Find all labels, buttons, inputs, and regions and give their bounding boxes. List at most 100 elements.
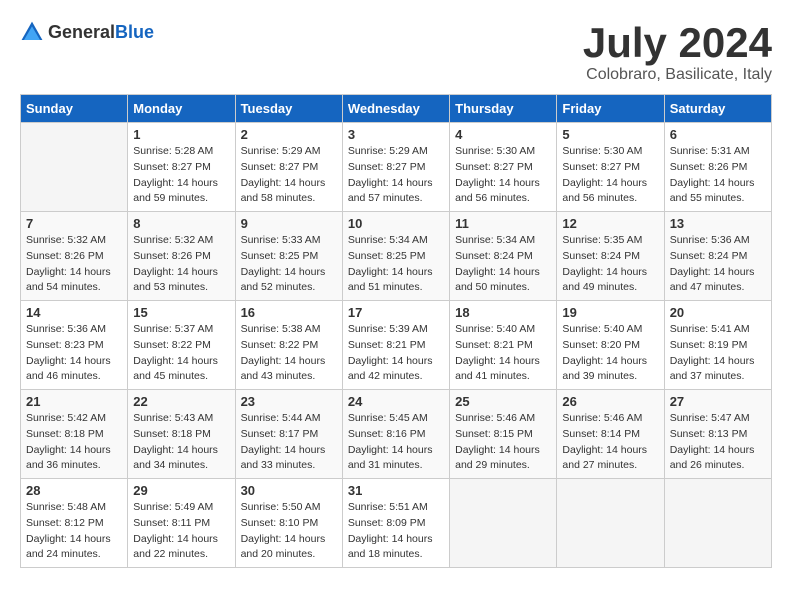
day-number: 28 <box>26 483 122 498</box>
day-number: 27 <box>670 394 766 409</box>
day-cell: 16 Sunrise: 5:38 AM Sunset: 8:22 PM Dayli… <box>235 301 342 390</box>
day-info: Sunrise: 5:33 AM Sunset: 8:25 PM Dayligh… <box>241 233 337 296</box>
day-info: Sunrise: 5:38 AM Sunset: 8:22 PM Dayligh… <box>241 322 337 385</box>
day-info: Sunrise: 5:29 AM Sunset: 8:27 PM Dayligh… <box>348 144 444 207</box>
day-info: Sunrise: 5:30 AM Sunset: 8:27 PM Dayligh… <box>455 144 551 207</box>
day-number: 4 <box>455 127 551 142</box>
day-info: Sunrise: 5:41 AM Sunset: 8:19 PM Dayligh… <box>670 322 766 385</box>
calendar-body: 1 Sunrise: 5:28 AM Sunset: 8:27 PM Daylig… <box>21 123 772 568</box>
day-number: 5 <box>562 127 658 142</box>
page-header: GeneralBlue July 2024 Colobraro, Basilic… <box>20 20 772 84</box>
day-cell: 4 Sunrise: 5:30 AM Sunset: 8:27 PM Daylig… <box>450 123 557 212</box>
day-info: Sunrise: 5:46 AM Sunset: 8:14 PM Dayligh… <box>562 411 658 474</box>
day-number: 13 <box>670 216 766 231</box>
day-cell: 1 Sunrise: 5:28 AM Sunset: 8:27 PM Daylig… <box>128 123 235 212</box>
day-cell: 20 Sunrise: 5:41 AM Sunset: 8:19 PM Dayli… <box>664 301 771 390</box>
day-info: Sunrise: 5:51 AM Sunset: 8:09 PM Dayligh… <box>348 500 444 563</box>
day-cell: 19Sunrise: 5:40 AM Sunset: 8:20 PM Dayli… <box>557 301 664 390</box>
day-number: 2 <box>241 127 337 142</box>
day-cell: 27 Sunrise: 5:47 AM Sunset: 8:13 PM Dayli… <box>664 390 771 479</box>
day-number: 3 <box>348 127 444 142</box>
day-cell: 26 Sunrise: 5:46 AM Sunset: 8:14 PM Dayli… <box>557 390 664 479</box>
day-cell: 23Sunrise: 5:44 AM Sunset: 8:17 PM Dayli… <box>235 390 342 479</box>
day-cell: 22 Sunrise: 5:43 AM Sunset: 8:18 PM Dayli… <box>128 390 235 479</box>
day-number: 10 <box>348 216 444 231</box>
day-number: 22 <box>133 394 229 409</box>
day-info: Sunrise: 5:47 AM Sunset: 8:13 PM Dayligh… <box>670 411 766 474</box>
day-number: 20 <box>670 305 766 320</box>
logo-icon <box>20 20 44 44</box>
day-cell: 13 Sunrise: 5:36 AM Sunset: 8:24 PM Dayli… <box>664 212 771 301</box>
day-info: Sunrise: 5:46 AM Sunset: 8:15 PM Dayligh… <box>455 411 551 474</box>
day-info: Sunrise: 5:31 AM Sunset: 8:26 PM Dayligh… <box>670 144 766 207</box>
header-cell-thursday: Thursday <box>450 95 557 123</box>
day-info: Sunrise: 5:35 AM Sunset: 8:24 PM Dayligh… <box>562 233 658 296</box>
week-row-2: 7Sunrise: 5:32 AM Sunset: 8:26 PM Daylig… <box>21 212 772 301</box>
day-info: Sunrise: 5:30 AM Sunset: 8:27 PM Dayligh… <box>562 144 658 207</box>
day-number: 1 <box>133 127 229 142</box>
day-number: 14 <box>26 305 122 320</box>
main-title: July 2024 <box>583 20 772 66</box>
day-cell: 28 Sunrise: 5:48 AM Sunset: 8:12 PM Dayli… <box>21 479 128 568</box>
day-info: Sunrise: 5:37 AM Sunset: 8:22 PM Dayligh… <box>133 322 229 385</box>
day-number: 29 <box>133 483 229 498</box>
day-number: 30 <box>241 483 337 498</box>
day-number: 9 <box>241 216 337 231</box>
header-cell-saturday: Saturday <box>664 95 771 123</box>
day-number: 12 <box>562 216 658 231</box>
day-cell <box>450 479 557 568</box>
day-info: Sunrise: 5:28 AM Sunset: 8:27 PM Dayligh… <box>133 144 229 207</box>
logo: GeneralBlue <box>20 20 154 44</box>
calendar-table: SundayMondayTuesdayWednesdayThursdayFrid… <box>20 94 772 568</box>
day-number: 21 <box>26 394 122 409</box>
day-number: 17 <box>348 305 444 320</box>
day-info: Sunrise: 5:29 AM Sunset: 8:27 PM Dayligh… <box>241 144 337 207</box>
day-info: Sunrise: 5:42 AM Sunset: 8:18 PM Dayligh… <box>26 411 122 474</box>
day-cell: 9 Sunrise: 5:33 AM Sunset: 8:25 PM Daylig… <box>235 212 342 301</box>
day-cell: 5 Sunrise: 5:30 AM Sunset: 8:27 PM Daylig… <box>557 123 664 212</box>
day-cell <box>21 123 128 212</box>
day-cell <box>664 479 771 568</box>
week-row-1: 1 Sunrise: 5:28 AM Sunset: 8:27 PM Daylig… <box>21 123 772 212</box>
day-info: Sunrise: 5:43 AM Sunset: 8:18 PM Dayligh… <box>133 411 229 474</box>
day-cell <box>557 479 664 568</box>
day-info: Sunrise: 5:45 AM Sunset: 8:16 PM Dayligh… <box>348 411 444 474</box>
week-row-3: 14 Sunrise: 5:36 AM Sunset: 8:23 PM Dayli… <box>21 301 772 390</box>
day-cell: 14 Sunrise: 5:36 AM Sunset: 8:23 PM Dayli… <box>21 301 128 390</box>
day-info: Sunrise: 5:36 AM Sunset: 8:23 PM Dayligh… <box>26 322 122 385</box>
day-cell: 2 Sunrise: 5:29 AM Sunset: 8:27 PM Daylig… <box>235 123 342 212</box>
day-info: Sunrise: 5:50 AM Sunset: 8:10 PM Dayligh… <box>241 500 337 563</box>
day-cell: 21 Sunrise: 5:42 AM Sunset: 8:18 PM Dayli… <box>21 390 128 479</box>
title-block: July 2024 Colobraro, Basilicate, Italy <box>583 20 772 84</box>
day-info: Sunrise: 5:40 AM Sunset: 8:21 PM Dayligh… <box>455 322 551 385</box>
header-cell-wednesday: Wednesday <box>342 95 449 123</box>
day-info: Sunrise: 5:48 AM Sunset: 8:12 PM Dayligh… <box>26 500 122 563</box>
week-row-4: 21 Sunrise: 5:42 AM Sunset: 8:18 PM Dayli… <box>21 390 772 479</box>
day-number: 25 <box>455 394 551 409</box>
day-number: 24 <box>348 394 444 409</box>
day-number: 26 <box>562 394 658 409</box>
day-cell: 30 Sunrise: 5:50 AM Sunset: 8:10 PM Dayli… <box>235 479 342 568</box>
day-cell: 8 Sunrise: 5:32 AM Sunset: 8:26 PM Daylig… <box>128 212 235 301</box>
day-number: 23 <box>241 394 337 409</box>
day-number: 11 <box>455 216 551 231</box>
day-cell: 10Sunrise: 5:34 AM Sunset: 8:25 PM Dayli… <box>342 212 449 301</box>
day-info: Sunrise: 5:49 AM Sunset: 8:11 PM Dayligh… <box>133 500 229 563</box>
day-number: 31 <box>348 483 444 498</box>
day-cell: 29 Sunrise: 5:49 AM Sunset: 8:11 PM Dayli… <box>128 479 235 568</box>
day-cell: 12 Sunrise: 5:35 AM Sunset: 8:24 PM Dayli… <box>557 212 664 301</box>
day-info: Sunrise: 5:36 AM Sunset: 8:24 PM Dayligh… <box>670 233 766 296</box>
header-row: SundayMondayTuesdayWednesdayThursdayFrid… <box>21 95 772 123</box>
day-cell: 17Sunrise: 5:39 AM Sunset: 8:21 PM Dayli… <box>342 301 449 390</box>
day-number: 8 <box>133 216 229 231</box>
header-cell-tuesday: Tuesday <box>235 95 342 123</box>
day-number: 18 <box>455 305 551 320</box>
day-number: 19 <box>562 305 658 320</box>
subtitle: Colobraro, Basilicate, Italy <box>583 66 772 84</box>
day-info: Sunrise: 5:32 AM Sunset: 8:26 PM Dayligh… <box>133 233 229 296</box>
day-cell: 7Sunrise: 5:32 AM Sunset: 8:26 PM Daylig… <box>21 212 128 301</box>
header-cell-monday: Monday <box>128 95 235 123</box>
week-row-5: 28 Sunrise: 5:48 AM Sunset: 8:12 PM Dayli… <box>21 479 772 568</box>
day-number: 16 <box>241 305 337 320</box>
calendar-header: SundayMondayTuesdayWednesdayThursdayFrid… <box>21 95 772 123</box>
